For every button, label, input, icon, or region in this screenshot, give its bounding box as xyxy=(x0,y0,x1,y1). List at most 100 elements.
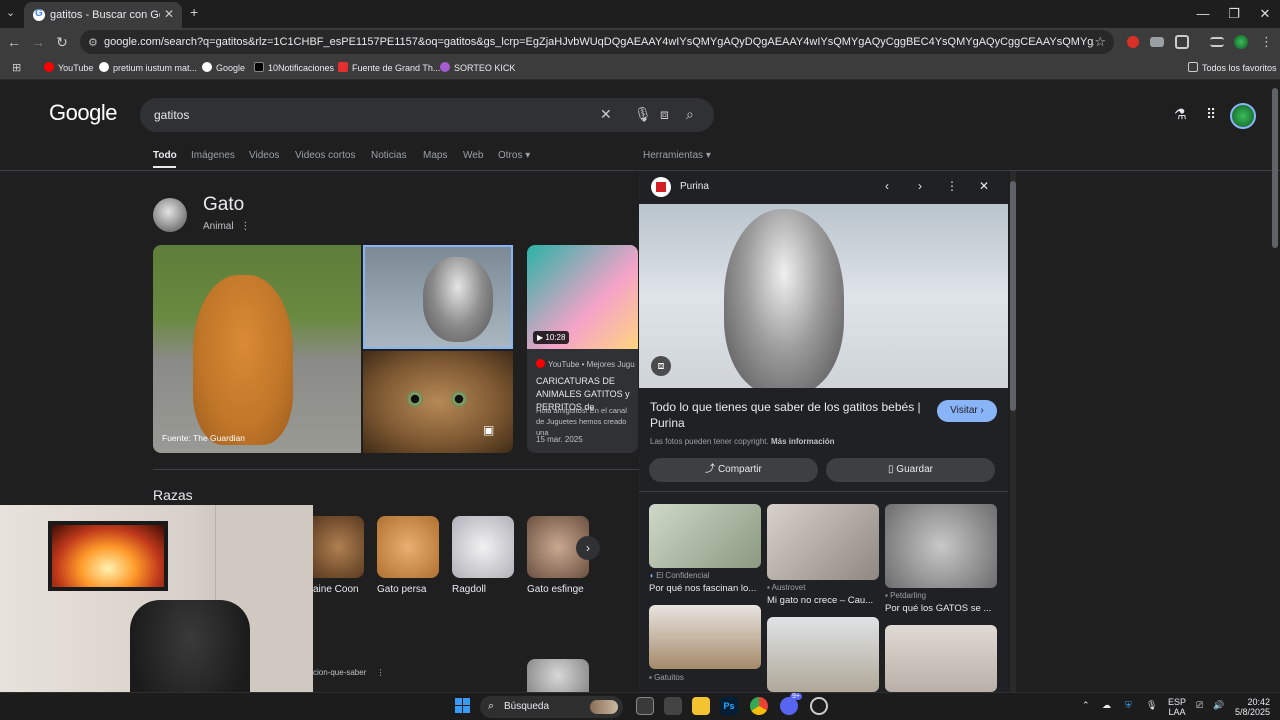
more-options-icon[interactable]: ⋮ xyxy=(944,179,960,193)
labs-flask-icon[interactable]: ⚗ xyxy=(1174,106,1187,123)
lens-search-icon[interactable]: ⧈ xyxy=(660,106,669,123)
bookmark-youtube[interactable]: YouTube xyxy=(44,62,93,73)
panel-source-name[interactable]: Purina xyxy=(680,181,709,192)
visit-button[interactable]: Visitar › xyxy=(937,400,997,422)
breed-label[interactable]: Gato persa xyxy=(377,584,426,595)
tab-maps[interactable]: Maps xyxy=(423,150,447,161)
site-info-icon[interactable]: ⚙ xyxy=(88,36,98,49)
onedrive-icon[interactable]: ☁ xyxy=(1102,700,1111,710)
all-bookmarks[interactable]: Todos los favoritos xyxy=(1188,62,1277,73)
panel-scrollbar[interactable] xyxy=(1010,171,1016,692)
extensions-puzzle-icon[interactable] xyxy=(1175,35,1189,49)
lens-icon[interactable]: ⧈ xyxy=(651,356,671,376)
bookmark-grand-theft[interactable]: Fuente de Grand Th... xyxy=(338,62,440,73)
related-image-1[interactable] xyxy=(649,504,761,568)
reload-icon[interactable]: ↻ xyxy=(54,34,70,51)
related-title-3[interactable]: Por qué los GATOS se ... xyxy=(885,603,997,614)
more-options-icon[interactable]: ⋮ xyxy=(240,221,250,232)
related-image-6[interactable] xyxy=(885,625,997,692)
tab-imagenes[interactable]: Imágenes xyxy=(191,150,235,161)
breed-image-maine-coon[interactable] xyxy=(313,516,364,578)
tab-todo[interactable]: Todo xyxy=(153,150,177,161)
network-icon[interactable]: ⎚ xyxy=(1196,700,1203,710)
related-title-2[interactable]: Mi gato no crece – Cau... xyxy=(767,595,879,606)
breed-label[interactable]: Ragdoll xyxy=(452,584,486,595)
related-image-3[interactable] xyxy=(885,504,997,588)
back-icon[interactable]: ← xyxy=(6,34,22,50)
new-tab-icon[interactable]: + xyxy=(190,4,198,20)
minimize-icon[interactable]: — xyxy=(1193,6,1213,21)
breed-image-ragdoll[interactable] xyxy=(452,516,514,578)
browser-menu-icon[interactable]: ⋮ xyxy=(1260,34,1273,50)
apps-grid-icon[interactable]: ⊞ xyxy=(12,61,21,74)
bookmark-10notificaciones[interactable]: 10Notificaciones xyxy=(254,62,334,73)
breed-label[interactable]: aine Coon xyxy=(313,584,359,595)
tab-search-dropdown-icon[interactable]: ⌄ xyxy=(6,6,15,19)
tab-close-icon[interactable]: ✕ xyxy=(164,7,174,21)
window-close-icon[interactable]: ✕ xyxy=(1255,6,1275,22)
google-logo[interactable]: Google xyxy=(49,100,117,126)
voice-search-icon[interactable]: 🎙 xyxy=(634,106,652,123)
search-input[interactable]: gatitos xyxy=(154,108,189,122)
panel-title[interactable]: Todo lo que tienes que saber de los gati… xyxy=(650,399,925,431)
bookmark-pretium[interactable]: pretium iustum mat... xyxy=(99,62,197,73)
file-explorer-icon[interactable] xyxy=(692,697,710,715)
previous-icon[interactable]: ‹ xyxy=(879,179,895,193)
tabby-kitten-photo[interactable] xyxy=(363,245,513,349)
tab-otros[interactable]: Otros ▾ xyxy=(498,150,530,161)
search-box[interactable]: gatitos ✕ 🎙 ⧈ ⌕ xyxy=(140,98,714,132)
clear-search-icon[interactable]: ✕ xyxy=(600,106,612,123)
app-icon[interactable] xyxy=(664,697,682,715)
share-button[interactable]: ⤴ Compartir xyxy=(649,458,818,482)
chrome-icon[interactable] xyxy=(750,697,768,715)
extension-card-icon[interactable] xyxy=(1150,37,1164,47)
account-avatar[interactable] xyxy=(1230,103,1256,129)
extension-red-icon[interactable] xyxy=(1127,36,1139,48)
task-view-icon[interactable] xyxy=(636,697,654,715)
page-scrollbar[interactable] xyxy=(1272,88,1278,248)
language-indicator[interactable]: ESP LAA xyxy=(1168,697,1186,717)
video-card[interactable]: ▶ 10:28 YouTube • Mejores Jugu CARICATUR… xyxy=(527,245,638,453)
app-circle-icon[interactable] xyxy=(810,697,828,715)
microphone-icon[interactable]: 🎙 xyxy=(1146,700,1157,710)
tray-chevron-icon[interactable]: ⌃ xyxy=(1082,700,1090,710)
restore-icon[interactable]: ❐ xyxy=(1224,6,1244,22)
clock[interactable]: 20:42 5/8/2025 xyxy=(1232,697,1270,717)
defender-icon[interactable]: ⛨ xyxy=(1125,700,1132,710)
browser-tab-active[interactable]: gatitos - Buscar con Google ✕ xyxy=(24,2,182,28)
breed-image-persa[interactable] xyxy=(377,516,439,578)
tab-videos-cortos[interactable]: Videos cortos xyxy=(295,150,355,161)
tab-web[interactable]: Web xyxy=(463,150,483,161)
carousel-next-button[interactable]: › xyxy=(576,536,600,560)
volume-icon[interactable]: 🔊 xyxy=(1213,700,1224,710)
address-bar[interactable]: ⚙ google.com/search?q=gatitos&rlz=1C1CHB… xyxy=(80,30,1114,54)
tab-noticias[interactable]: Noticias xyxy=(371,150,407,161)
related-image-4[interactable] xyxy=(649,605,761,669)
search-icon[interactable]: ⌕ xyxy=(686,106,694,123)
bookmark-google[interactable]: Google xyxy=(202,62,245,73)
more-info-link[interactable]: Más información xyxy=(771,437,835,446)
panel-scrollbar-thumb[interactable] xyxy=(1010,181,1016,411)
result-thumbnail[interactable] xyxy=(527,659,589,692)
related-image-5[interactable] xyxy=(767,617,879,692)
more-options-icon[interactable]: ⋮ xyxy=(377,668,385,677)
bookmark-star-icon[interactable]: ☆ xyxy=(1094,34,1106,50)
profile-avatar[interactable] xyxy=(1234,35,1248,49)
next-icon[interactable]: › xyxy=(912,179,928,193)
google-apps-icon[interactable]: ⠿ xyxy=(1206,106,1216,123)
panel-hero-image[interactable]: ⧈ xyxy=(639,204,1008,388)
related-title-1[interactable]: Por qué nos fascinan lo... xyxy=(649,583,761,594)
orange-cat-photo[interactable]: Fuente: The Guardian xyxy=(153,245,361,453)
windows-start-icon[interactable] xyxy=(455,698,471,714)
bookmark-sorteo-kick[interactable]: SORTEO KICK xyxy=(440,62,515,73)
forward-icon[interactable]: → xyxy=(30,34,46,50)
related-image-2[interactable] xyxy=(767,504,879,580)
close-panel-icon[interactable]: ✕ xyxy=(976,179,992,193)
brown-kitten-photo[interactable]: ▣ xyxy=(363,351,513,453)
tab-videos[interactable]: Videos xyxy=(249,150,279,161)
media-control-icon[interactable] xyxy=(1210,37,1224,47)
breed-label[interactable]: Gato esfinge xyxy=(527,584,584,595)
save-button[interactable]: ▯ Guardar xyxy=(826,458,995,482)
tools-button[interactable]: Herramientas ▾ xyxy=(643,150,711,161)
taskbar-search[interactable]: ⌕ Búsqueda xyxy=(480,696,623,718)
